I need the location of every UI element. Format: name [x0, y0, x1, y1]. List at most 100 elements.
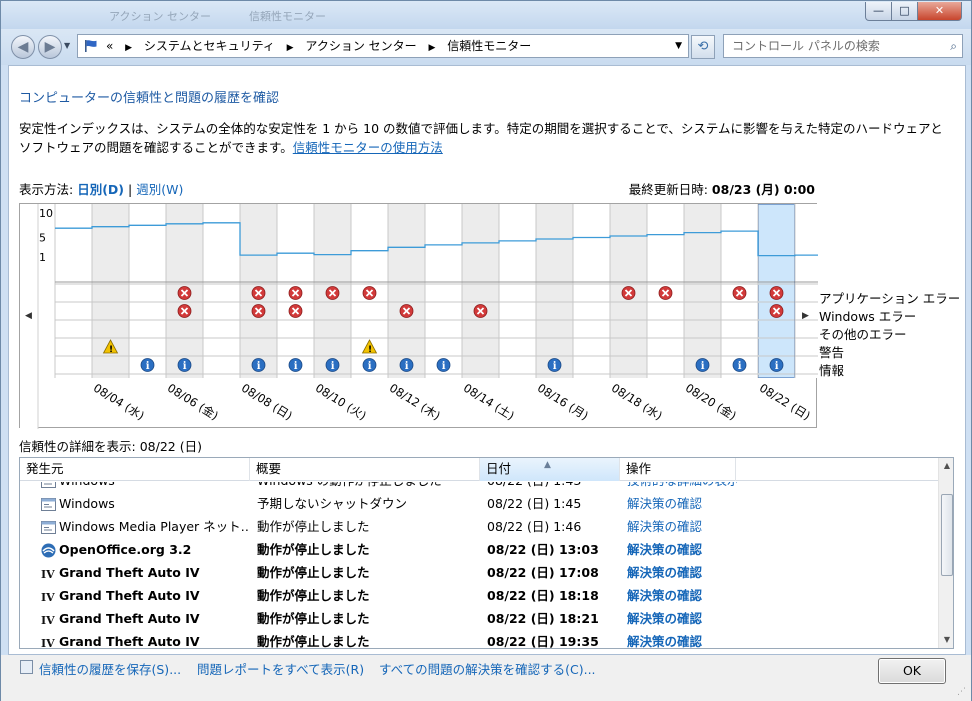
- table-row[interactable]: Windows Windows の動作が停止しました 08/22 (日) 1:43 技…: [20, 482, 938, 493]
- how-to-use-link[interactable]: 信頼性モニターの使用方法: [293, 140, 443, 155]
- info-icon-mark: i: [368, 361, 372, 372]
- column-date[interactable]: 日付 ▲: [480, 458, 620, 481]
- last-updated-value: 08/23 (月) 0:00: [711, 182, 815, 197]
- x-tick-label: 08/16 (月): [535, 381, 591, 423]
- refresh-icon[interactable]: ⟲: [691, 35, 715, 59]
- view-weekly-link[interactable]: 週別(W): [136, 182, 183, 197]
- row-summary: 動作が停止しました: [257, 634, 370, 648]
- view-all-reports-link[interactable]: 問題レポートをすべて表示(R): [197, 659, 364, 678]
- details-label: 信頼性の詳細を表示:: [19, 439, 136, 454]
- day-column: [388, 204, 425, 378]
- window-app-icon: [41, 498, 56, 511]
- row-action-link[interactable]: 技術的な詳細の表示: [627, 482, 737, 492]
- row-summary: Windows の動作が停止しました: [257, 482, 479, 492]
- row-action-link[interactable]: 解決策の確認: [627, 562, 737, 584]
- search-icon[interactable]: ⌕: [950, 35, 957, 57]
- info-icon-mark: i: [331, 361, 335, 372]
- history-dropdown-icon[interactable]: ▼: [64, 41, 70, 50]
- title-bar: アクション センター 信頼性モニター — □ ✕: [1, 1, 971, 29]
- page-title: コンピューターの信頼性と問題の履歴を確認: [19, 91, 280, 106]
- info-icon-mark: i: [294, 361, 298, 372]
- navigation-bar: ◀ ▶ ▼ « ▶ システムとセキュリティ ▶ アクション センター ▶ 信頼性…: [1, 29, 971, 65]
- table-body: Windows Windows の動作が停止しました 08/22 (日) 1:43 技…: [20, 482, 938, 648]
- y-tick-label: 5: [39, 232, 46, 245]
- breadcrumb-action-center[interactable]: アクション センター: [305, 39, 416, 53]
- x-tick-label: 08/08 (日): [239, 381, 295, 423]
- row-summary: 動作が停止しました: [257, 519, 370, 534]
- info-icon-mark: i: [183, 361, 187, 372]
- x-tick-label: 08/06 (金): [165, 381, 221, 423]
- ghost-title: アクション センター: [109, 10, 211, 23]
- x-tick-label: 08/04 (水): [91, 381, 147, 423]
- row-action-link[interactable]: 解決策の確認: [627, 493, 737, 515]
- row-action-link[interactable]: 解決策の確認: [627, 585, 737, 607]
- maximize-button[interactable]: □: [891, 2, 918, 21]
- last-updated: 最終更新日時: 08/23 (月) 0:00: [629, 179, 815, 198]
- reliability-chart-svg[interactable]: ◀ ▶1051! !i i i i i i i i i i i i08/04 (水) 08/06 (金) 08…: [20, 204, 818, 429]
- forward-arrow-icon[interactable]: ▶: [38, 35, 62, 59]
- minimize-button[interactable]: —: [865, 2, 892, 21]
- row-summary: 予期しないシャットダウン: [257, 496, 408, 511]
- search-input[interactable]: コントロール パネルの検索 ⌕: [723, 34, 963, 58]
- day-column: [684, 204, 721, 378]
- x-tick-label: 08/20 (金): [683, 381, 739, 423]
- x-tick-label: 08/12 (木): [387, 381, 443, 423]
- scroll-up-icon[interactable]: ▲: [939, 458, 953, 474]
- svg-text:IV: IV: [41, 568, 55, 581]
- scroll-down-icon[interactable]: ▼: [939, 632, 953, 648]
- save-history-link[interactable]: 信頼性の履歴を保存(S)...: [39, 659, 181, 678]
- gta-iv-icon: IV: [41, 614, 55, 627]
- table-header: 発生元 概要 日付 ▲ 操作: [20, 458, 938, 481]
- details-table[interactable]: 発生元 概要 日付 ▲ 操作 Windows Windows の動作が停止しました…: [19, 457, 954, 649]
- close-button[interactable]: ✕: [917, 2, 962, 21]
- table-row[interactable]: IV Grand Theft Auto IV 動作が停止しました 08/22 (日) …: [20, 562, 938, 585]
- address-bar[interactable]: « ▶ システムとセキュリティ ▶ アクション センター ▶ 信頼性モニター ▼: [77, 34, 689, 58]
- row-label-other-errors: その他のエラー: [819, 327, 907, 342]
- table-row[interactable]: IV Grand Theft Auto IV 動作が停止しました 08/22 (日) …: [20, 631, 938, 648]
- breadcrumb-reliability-monitor[interactable]: 信頼性モニター: [447, 39, 531, 53]
- row-date: 08/22 (日) 19:35: [487, 634, 599, 648]
- day-column: [573, 204, 610, 378]
- row-action-link[interactable]: 解決策の確認: [627, 608, 737, 630]
- column-source[interactable]: 発生元: [20, 458, 250, 481]
- column-date-label: 日付: [486, 461, 512, 476]
- warning-icon-mark: !: [368, 345, 372, 355]
- address-dropdown-icon[interactable]: ▼: [675, 35, 682, 57]
- table-row[interactable]: IV Grand Theft Auto IV 動作が停止しました 08/22 (日) …: [20, 608, 938, 631]
- scroll-thumb[interactable]: [941, 494, 953, 576]
- row-action-link[interactable]: 解決策の確認: [627, 631, 737, 648]
- table-row[interactable]: Windows 予期しないシャットダウン 08/22 (日) 1:45 解決策の確認: [20, 493, 938, 516]
- breadcrumb-system-security[interactable]: システムとセキュリティ: [144, 39, 275, 53]
- row-date: 08/22 (日) 1:45: [487, 496, 582, 511]
- check-all-solutions-link[interactable]: すべての問題の解決策を確認する(C)...: [379, 659, 596, 678]
- table-row[interactable]: Windows Media Player ネット… 動作が停止しました 08/22 …: [20, 516, 938, 539]
- row-summary: 動作が停止しました: [257, 611, 370, 626]
- table-row[interactable]: IV Grand Theft Auto IV 動作が停止しました 08/22 (日) …: [20, 585, 938, 608]
- svg-text:IV: IV: [41, 591, 55, 604]
- reliability-chart[interactable]: ◀ ▶ 10 5 1!! i i i i i i i i i i i i 08/04 (水) 08/06 (金) 08…: [19, 203, 818, 429]
- column-action[interactable]: 操作: [620, 458, 736, 481]
- resize-grip-icon[interactable]: ⋰: [957, 687, 969, 699]
- day-column: [536, 204, 573, 378]
- row-date: 08/22 (日) 1:43: [487, 482, 617, 492]
- info-icon-mark: i: [738, 361, 742, 372]
- info-icon-mark: i: [405, 361, 409, 372]
- view-daily-link[interactable]: 日別(D): [77, 182, 124, 197]
- ok-button[interactable]: OK: [878, 658, 946, 684]
- row-source: OpenOffice.org 3.2: [59, 542, 192, 557]
- row-action-link[interactable]: 解決策の確認: [627, 539, 737, 561]
- chart-scroll-left-icon[interactable]: ◀: [25, 311, 32, 321]
- day-column: [55, 204, 92, 378]
- row-action-link[interactable]: 解決策の確認: [627, 516, 737, 538]
- footer-bar: 信頼性の履歴を保存(S)... 問題レポートをすべて表示(R) すべての問題の解…: [1, 655, 971, 701]
- row-date: 08/22 (日) 1:46: [487, 519, 582, 534]
- table-row[interactable]: OpenOffice.org 3.2 動作が停止しました 08/22 (日) 13:…: [20, 539, 938, 562]
- breadcrumb-overflow[interactable]: «: [106, 39, 113, 53]
- vertical-scrollbar[interactable]: ▲ ▼: [938, 458, 953, 648]
- row-source: Windows: [59, 482, 249, 492]
- reliability-monitor-window: アクション センター 信頼性モニター — □ ✕ ◀ ▶ ▼ « ▶ システムと…: [0, 0, 972, 701]
- warning-icon-mark: !: [109, 345, 113, 355]
- back-arrow-icon[interactable]: ◀: [11, 35, 35, 59]
- row-source: Grand Theft Auto IV: [59, 588, 200, 603]
- column-summary[interactable]: 概要: [250, 458, 480, 481]
